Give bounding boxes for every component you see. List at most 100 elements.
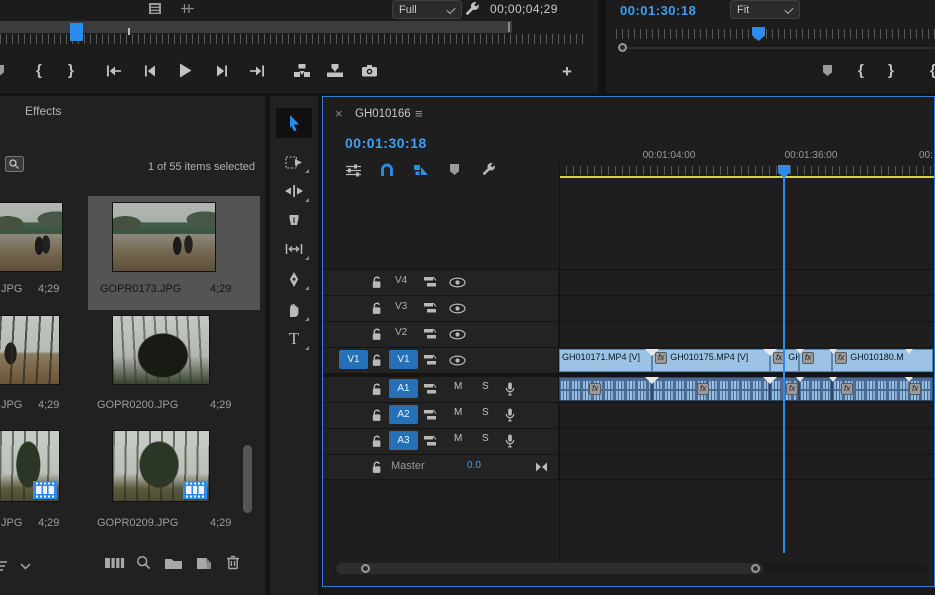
razor-tool[interactable] bbox=[270, 207, 318, 233]
linked-selection-icon[interactable] bbox=[413, 163, 429, 176]
panel-menu-icon[interactable]: ≡ bbox=[415, 106, 423, 121]
sequence-tab-title[interactable]: GH010166 bbox=[355, 108, 411, 120]
program-zoom-track[interactable] bbox=[620, 47, 935, 49]
source-settings-wrench-icon[interactable] bbox=[464, 1, 480, 17]
project-item-name[interactable]: JPG bbox=[1, 283, 22, 295]
icon-view-button[interactable] bbox=[105, 556, 126, 570]
export-frame-camera-button[interactable] bbox=[361, 64, 378, 77]
hand-tool[interactable] bbox=[270, 297, 318, 323]
project-scrollbar[interactable] bbox=[243, 445, 252, 513]
sort-icon[interactable] bbox=[0, 560, 10, 572]
timeline-clip[interactable]: GH010171.MP4 [V] bbox=[559, 349, 652, 372]
program-zoom-handle[interactable] bbox=[618, 43, 627, 52]
program-mark-in-button[interactable]: { bbox=[858, 62, 864, 79]
lock-icon[interactable] bbox=[371, 383, 382, 396]
track-target-a3[interactable]: A3 bbox=[389, 431, 418, 450]
scrollbar-right-handle[interactable] bbox=[751, 564, 760, 573]
scrollbar-left-handle[interactable] bbox=[361, 564, 370, 573]
timeline-settings-icon[interactable] bbox=[345, 163, 362, 178]
project-item-name[interactable]: GOPR0209.JPG bbox=[97, 517, 178, 529]
tab-effects[interactable]: Effects bbox=[25, 104, 61, 118]
monitor-divider[interactable] bbox=[598, 0, 606, 93]
add-button[interactable]: + bbox=[562, 62, 572, 82]
program-partial-button[interactable]: { bbox=[930, 62, 935, 79]
chevron-down-icon[interactable] bbox=[20, 563, 31, 570]
go-to-out-button[interactable] bbox=[249, 65, 266, 77]
track-target-v2[interactable]: V2 bbox=[395, 327, 407, 338]
source-playhead[interactable] bbox=[70, 23, 83, 41]
lock-icon[interactable] bbox=[371, 328, 382, 341]
mic-icon[interactable] bbox=[505, 434, 515, 448]
sync-lock-icon[interactable] bbox=[423, 276, 437, 288]
track-target-a2[interactable]: A2 bbox=[389, 405, 418, 424]
lock-icon[interactable] bbox=[371, 409, 382, 422]
project-item-thumbnail[interactable] bbox=[0, 430, 60, 502]
sync-lock-icon[interactable] bbox=[423, 383, 437, 395]
sync-lock-icon[interactable] bbox=[423, 409, 437, 421]
close-icon[interactable]: × bbox=[335, 106, 343, 121]
track-target-a1[interactable]: A1 bbox=[389, 379, 418, 398]
project-item-name[interactable]: JPG bbox=[1, 517, 22, 529]
keyframe-nav-icon[interactable] bbox=[535, 462, 548, 472]
mic-icon[interactable] bbox=[505, 408, 515, 422]
mute-button[interactable]: M bbox=[454, 381, 462, 392]
search-icon[interactable] bbox=[136, 555, 151, 570]
lock-icon[interactable] bbox=[371, 354, 382, 367]
lock-icon[interactable] bbox=[371, 461, 382, 474]
track-target-v4[interactable]: V4 bbox=[395, 275, 407, 286]
timeline-wrench-icon[interactable] bbox=[481, 162, 496, 177]
type-tool[interactable]: T bbox=[270, 326, 318, 352]
solo-button[interactable]: S bbox=[482, 381, 489, 392]
slip-tool[interactable] bbox=[270, 236, 318, 262]
snap-magnet-icon[interactable] bbox=[379, 162, 395, 177]
eye-icon[interactable] bbox=[449, 303, 466, 314]
film-settings-icon[interactable] bbox=[148, 2, 162, 15]
marker-icon[interactable] bbox=[822, 64, 833, 77]
eye-icon[interactable] bbox=[449, 355, 466, 366]
timeline-clip[interactable]: fxGH010180.M bbox=[832, 349, 933, 372]
timeline-audio-clip[interactable] bbox=[559, 377, 652, 401]
project-item-thumbnail[interactable] bbox=[0, 202, 63, 272]
program-zoom-dropdown[interactable]: Fit bbox=[730, 0, 800, 19]
lock-icon[interactable] bbox=[371, 435, 382, 448]
go-to-in-button[interactable] bbox=[105, 65, 122, 77]
mute-button[interactable]: M bbox=[454, 407, 462, 418]
timeline-scrollbar[interactable] bbox=[336, 563, 763, 574]
sync-lock-icon[interactable] bbox=[423, 302, 437, 314]
project-item-selected[interactable]: GOPR0173.JPG 4;29 bbox=[88, 196, 260, 310]
step-forward-button[interactable] bbox=[216, 65, 229, 77]
solo-button[interactable]: S bbox=[482, 433, 489, 444]
marker-icon[interactable] bbox=[0, 64, 5, 77]
insert-button[interactable] bbox=[293, 63, 311, 78]
new-item-icon[interactable] bbox=[196, 556, 212, 570]
timeline-audio-clip[interactable] bbox=[652, 377, 770, 401]
overwrite-button[interactable] bbox=[326, 63, 344, 78]
lock-icon[interactable] bbox=[371, 302, 382, 315]
track-select-tool[interactable] bbox=[270, 149, 318, 175]
sync-lock-icon[interactable] bbox=[423, 354, 437, 366]
project-item-thumbnail[interactable] bbox=[112, 315, 210, 385]
marker-icon[interactable] bbox=[449, 163, 460, 176]
step-back-button[interactable] bbox=[143, 65, 156, 77]
program-ruler[interactable] bbox=[616, 29, 935, 39]
project-item-thumbnail[interactable] bbox=[112, 430, 210, 502]
mute-button[interactable]: M bbox=[454, 433, 462, 444]
play-button[interactable] bbox=[179, 63, 192, 78]
trash-icon[interactable] bbox=[226, 555, 240, 570]
source-zoom-dropdown[interactable]: Full bbox=[392, 0, 462, 19]
mic-icon[interactable] bbox=[505, 382, 515, 396]
source-patch-v1[interactable]: V1 bbox=[339, 350, 368, 369]
project-item-name[interactable]: GOPR0173.JPG bbox=[100, 283, 181, 295]
project-item-thumbnail[interactable] bbox=[0, 315, 60, 385]
sync-lock-icon[interactable] bbox=[423, 328, 437, 340]
sync-lock-icon[interactable] bbox=[423, 435, 437, 447]
comparison-view-icon[interactable] bbox=[180, 3, 195, 14]
work-area-bar[interactable] bbox=[559, 176, 934, 178]
track-target-v1[interactable]: V1 bbox=[389, 350, 418, 369]
timeline-playhead-line[interactable] bbox=[783, 177, 785, 553]
eye-icon[interactable] bbox=[449, 329, 466, 340]
timeline-clip[interactable]: fxGH010175.MP4 [V] bbox=[652, 349, 770, 372]
mark-out-button[interactable]: } bbox=[68, 62, 74, 79]
new-bin-folder-icon[interactable] bbox=[164, 557, 183, 570]
source-ruler[interactable] bbox=[0, 34, 586, 44]
